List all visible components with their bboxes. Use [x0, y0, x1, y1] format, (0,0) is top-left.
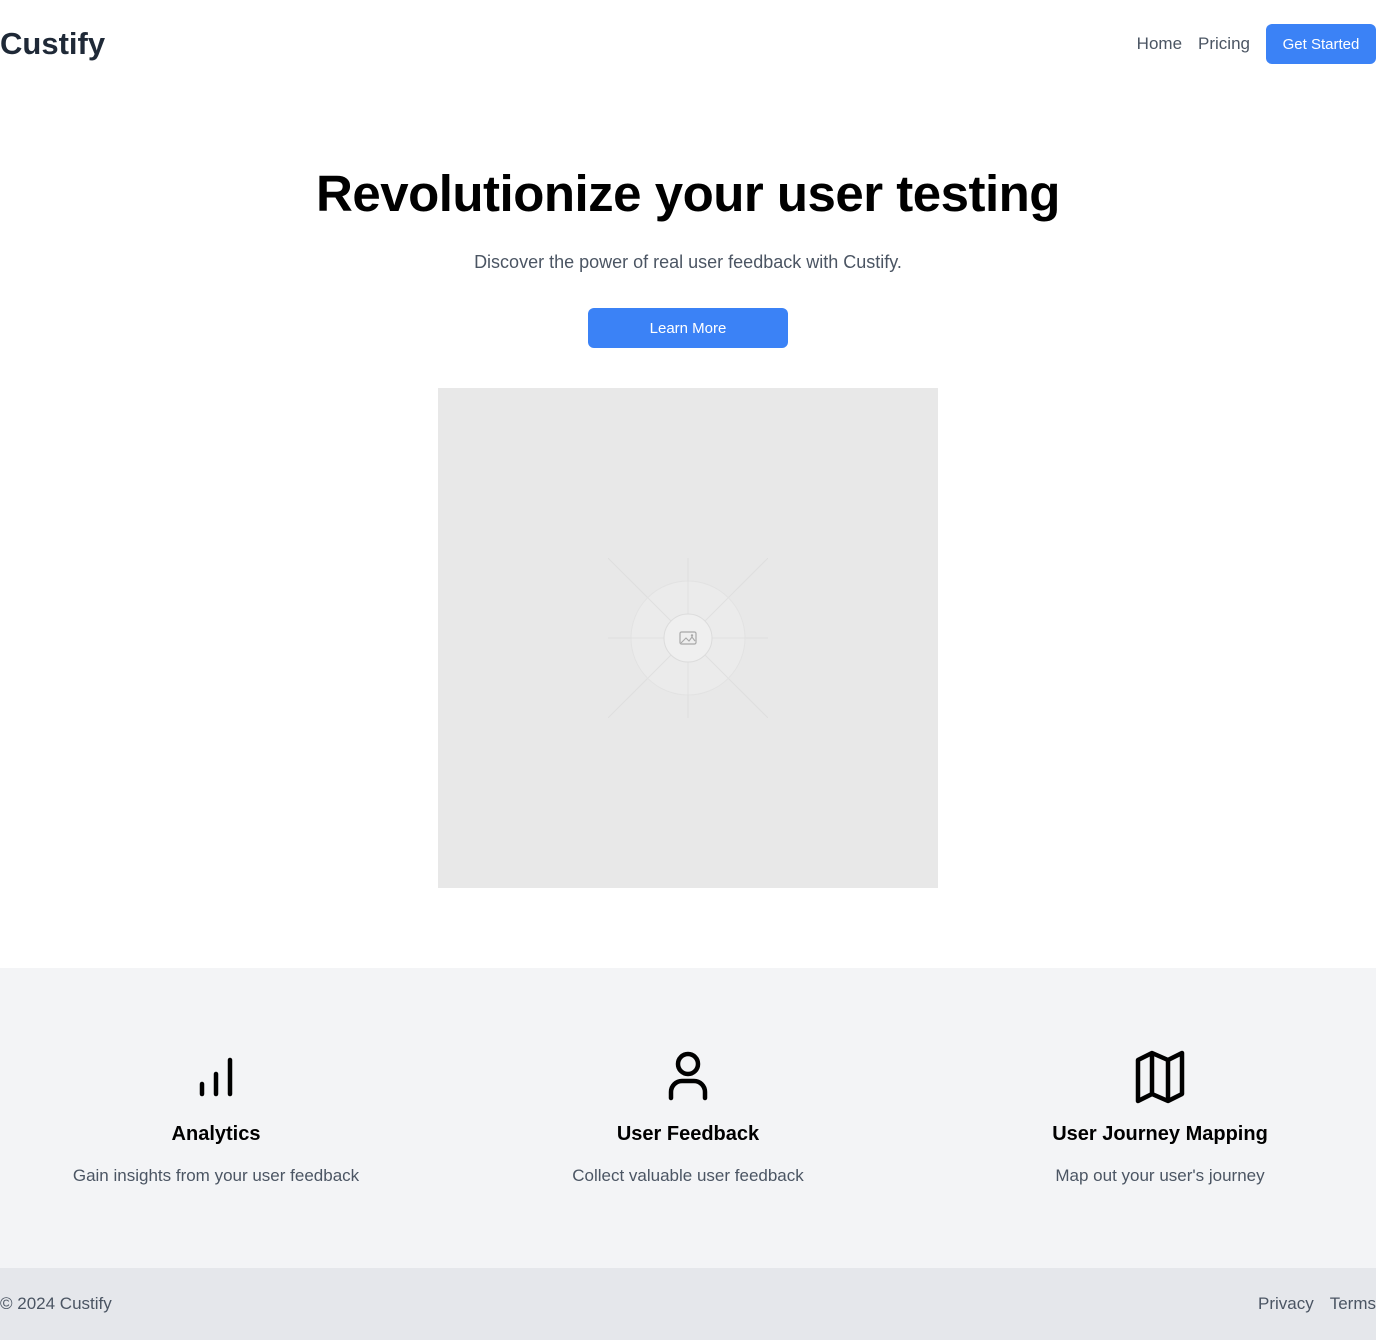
feature-description: Collect valuable user feedback: [572, 1166, 804, 1185]
get-started-button[interactable]: Get Started: [1266, 24, 1376, 64]
hero-title: Revolutionize your user testing: [316, 165, 1060, 222]
copyright: © 2024 Custify: [0, 1294, 112, 1313]
feature-description: Gain insights from your user feedback: [72, 1166, 360, 1185]
feature-title: Analytics: [171, 1123, 261, 1145]
features-section: Analytics Gain insights from your user f…: [0, 968, 1376, 1268]
user-icon: [668, 1051, 708, 1101]
bar-chart-icon: [199, 1057, 233, 1097]
hero-section: Revolutionize your user testing Discover…: [0, 88, 1376, 968]
site-footer: © 2024 Custify Privacy Terms: [0, 1268, 1376, 1340]
image-placeholder-icon: [608, 558, 768, 718]
footer-links: Privacy Terms: [1242, 1292, 1376, 1316]
nav-link-home[interactable]: Home: [1137, 24, 1182, 64]
feature-user-feedback: User Feedback Collect valuable user feed…: [472, 968, 904, 1268]
feature-user-journey-mapping: User Journey Mapping Map out your user's…: [944, 968, 1376, 1268]
learn-more-button[interactable]: Learn More: [588, 308, 788, 348]
feature-title: User Feedback: [616, 1123, 760, 1145]
hero-subtitle: Discover the power of real user feedback…: [474, 252, 902, 272]
feature-description: Map out your user's journey: [1055, 1166, 1265, 1185]
hero-image-placeholder: [438, 388, 938, 888]
feature-title: User Journey Mapping: [1052, 1123, 1268, 1145]
main-nav: Home Pricing Get Started: [1137, 24, 1376, 64]
site-header: Custify Home Pricing Get Started: [0, 0, 1376, 88]
footer-link-terms[interactable]: Terms: [1330, 1292, 1376, 1316]
logo[interactable]: Custify: [0, 24, 105, 64]
nav-link-pricing[interactable]: Pricing: [1198, 24, 1250, 64]
feature-analytics: Analytics Gain insights from your user f…: [0, 968, 432, 1268]
map-icon: [1135, 1050, 1185, 1104]
footer-link-privacy[interactable]: Privacy: [1258, 1292, 1314, 1316]
